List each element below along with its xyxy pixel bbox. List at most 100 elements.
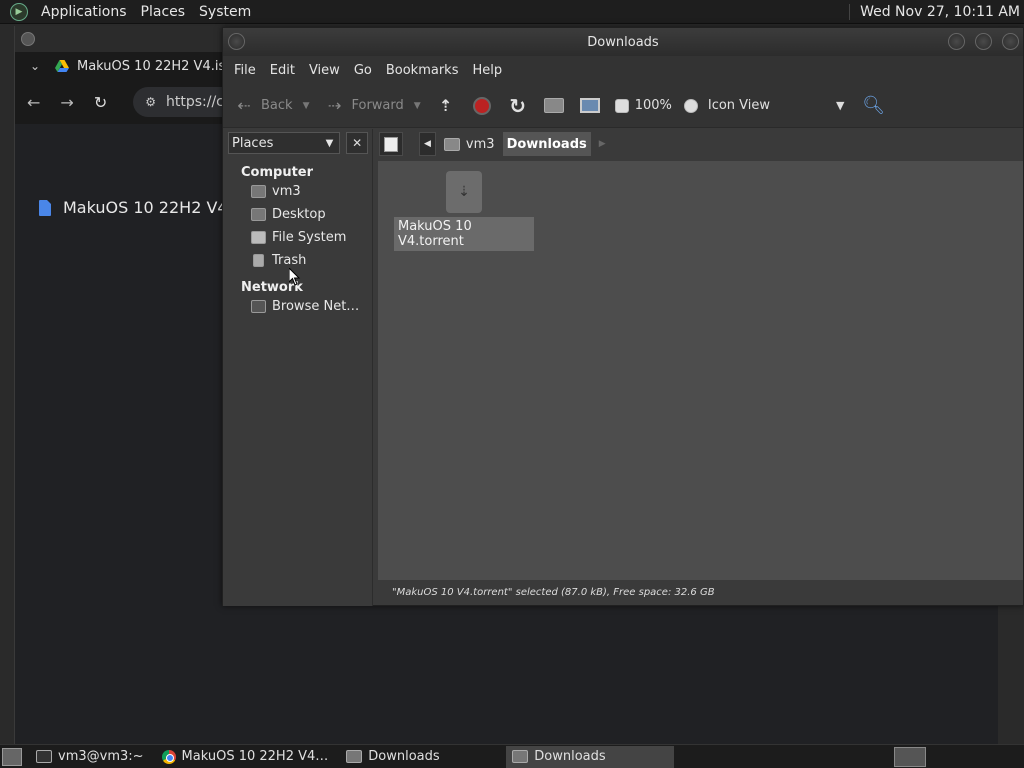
toggle-location-entry-button[interactable] (379, 132, 403, 156)
back-arrow-icon: ⇠ (237, 96, 251, 115)
back-label: Back (261, 98, 293, 113)
pathbar-scroll-right-button[interactable]: ▶ (595, 132, 610, 156)
window-title: Downloads (587, 34, 659, 50)
close-button[interactable] (1002, 33, 1019, 50)
sidebar-item-label: Desktop (272, 207, 326, 222)
stop-button[interactable] (471, 95, 493, 117)
chrome-icon (161, 749, 176, 764)
document-icon (39, 199, 51, 216)
file-item[interactable]: ⇣ MakuOS 10 V4.torrent (394, 171, 534, 251)
close-sidebar-button[interactable]: ✕ (346, 132, 368, 154)
workspace-switcher[interactable] (894, 746, 926, 767)
reload-icon[interactable]: ↻ (94, 93, 107, 112)
browser-tab-title: MakuOS 10 22H2 V4.iso (77, 58, 234, 74)
sidebar-type-select[interactable]: Places ▼ (228, 132, 341, 154)
network-icon (251, 300, 266, 313)
taskbar-item-downloads-2[interactable]: Downloads (506, 745, 675, 768)
sidebar-item-label: Trash (272, 253, 307, 268)
show-desktop-icon[interactable] (2, 747, 22, 766)
menubar: File Edit View Go Bookmarks Help (223, 56, 1023, 84)
right-arrow-icon: ▶ (598, 139, 606, 149)
up-button[interactable]: ⇡ (435, 95, 457, 117)
menu-edit[interactable]: Edit (263, 63, 302, 78)
places-sidebar: Places ▼ ✕ Computer vm3 Desktop File Sys… (223, 129, 373, 606)
sidebar-item-browse-network[interactable]: Browse Net… (223, 295, 372, 318)
window-menu-button[interactable] (228, 33, 245, 50)
pathbar-segment-label: Downloads (506, 136, 587, 152)
reload-icon: ↻ (509, 93, 527, 118)
zoom-level: 100% (634, 98, 672, 113)
taskbar-item-terminal[interactable]: vm3@vm3:~ (30, 746, 150, 768)
file-name-label: MakuOS 10 V4.torrent (394, 217, 534, 251)
pathbar-segment-vm3[interactable]: vm3 (440, 132, 499, 156)
search-icon[interactable]: 🔍︎ (862, 95, 885, 117)
location-pathbar: ◀ vm3 Downloads ▶ (379, 131, 1023, 157)
taskbar-item-label: vm3@vm3:~ (58, 749, 144, 764)
back-history-dropdown-icon[interactable]: ▼ (303, 101, 310, 111)
menu-bookmarks[interactable]: Bookmarks (379, 63, 466, 78)
forward-arrow-icon[interactable]: → (60, 93, 73, 112)
dropdown-arrow-icon: ▼ (836, 99, 845, 112)
computer-button[interactable] (579, 95, 601, 117)
pathbar-segment-downloads[interactable]: Downloads (502, 132, 591, 156)
distro-logo-icon[interactable]: ▶ (10, 2, 28, 21)
taskbar-item-downloads-1[interactable]: Downloads (340, 746, 500, 768)
folder-icon (346, 750, 363, 763)
top-panel: ▶ Applications Places System Wed Nov 27,… (0, 0, 1024, 24)
sidebar-item-vm3[interactable]: vm3 (223, 180, 372, 203)
taskbar-item-label: Downloads (534, 749, 606, 764)
taskbar-item-browser[interactable]: MakuOS 10 22H2 V4… (156, 746, 335, 768)
minimize-button[interactable] (948, 33, 965, 50)
document-title: MakuOS 10 22H2 V4.i (63, 198, 238, 217)
sidebar-item-label: File System (272, 230, 347, 245)
view-mode-select[interactable]: Icon View ▼ (708, 98, 845, 113)
menu-go[interactable]: Go (347, 63, 379, 78)
back-arrow-icon[interactable]: ← (27, 93, 40, 112)
forward-history-dropdown-icon[interactable]: ▼ (414, 101, 421, 111)
reload-button[interactable]: ↻ (507, 93, 529, 118)
dropdown-arrow-icon: ▼ (325, 137, 334, 149)
window-menu-button[interactable] (21, 32, 35, 46)
menu-help[interactable]: Help (465, 63, 509, 78)
home-folder-icon (251, 185, 266, 198)
sidebar-item-desktop[interactable]: Desktop (223, 203, 372, 226)
menu-view[interactable]: View (302, 63, 347, 78)
edit-location-icon (384, 136, 398, 152)
downloaded-file-entry[interactable]: MakuOS 10 22H2 V4.i (39, 198, 237, 217)
mouse-pointer-icon (289, 268, 301, 286)
up-arrow-icon: ⇡ (438, 96, 453, 115)
forward-button[interactable]: ⇢ Forward ▼ (323, 95, 421, 117)
drive-icon (251, 231, 266, 244)
bottom-taskbar: vm3@vm3:~ MakuOS 10 22H2 V4… Downloads D… (0, 744, 1024, 768)
tab-search-chevron-icon[interactable]: ⌄ (15, 59, 55, 73)
home-button[interactable] (543, 95, 565, 117)
computer-icon (579, 95, 601, 117)
site-info-icon[interactable]: ⚙ (145, 95, 156, 109)
sidebar-type-value: Places (232, 135, 274, 151)
browser-tab[interactable]: MakuOS 10 22H2 V4.iso (55, 59, 233, 74)
trash-icon (253, 254, 264, 267)
terminal-icon (36, 750, 52, 763)
menu-file[interactable]: File (227, 63, 263, 78)
back-button[interactable]: ⇠ Back ▼ (233, 95, 309, 117)
zoom-in-icon[interactable] (683, 98, 698, 113)
taskbar-item-label: MakuOS 10 22H2 V4… (181, 749, 329, 764)
places-menu[interactable]: Places (134, 4, 193, 20)
statusbar: "MakuOS 10 V4.torrent" selected (87.0 kB… (378, 580, 1023, 605)
toolbar: ⇠ Back ▼ ⇢ Forward ▼ ⇡ ↻ 100% Icon View … (223, 84, 1023, 128)
zoom-out-icon[interactable] (614, 98, 629, 113)
applications-menu[interactable]: Applications (34, 4, 134, 20)
sidebar-section-computer: Computer (241, 165, 314, 180)
file-icon-view[interactable]: ⇣ MakuOS 10 V4.torrent (378, 161, 1023, 581)
panel-clock[interactable]: Wed Nov 27, 10:11 AM (849, 3, 1024, 20)
file-manager-titlebar[interactable]: Downloads (223, 28, 1023, 56)
system-menu[interactable]: System (192, 4, 258, 20)
sidebar-item-label: Browse Net… (272, 299, 360, 314)
sidebar-item-label: vm3 (272, 184, 301, 199)
view-mode-value: Icon View (707, 98, 771, 113)
folder-icon (512, 750, 529, 763)
stop-icon (471, 95, 493, 117)
sidebar-item-filesystem[interactable]: File System (223, 226, 372, 249)
maximize-button[interactable] (975, 33, 992, 50)
pathbar-scroll-left-button[interactable]: ◀ (419, 132, 436, 156)
